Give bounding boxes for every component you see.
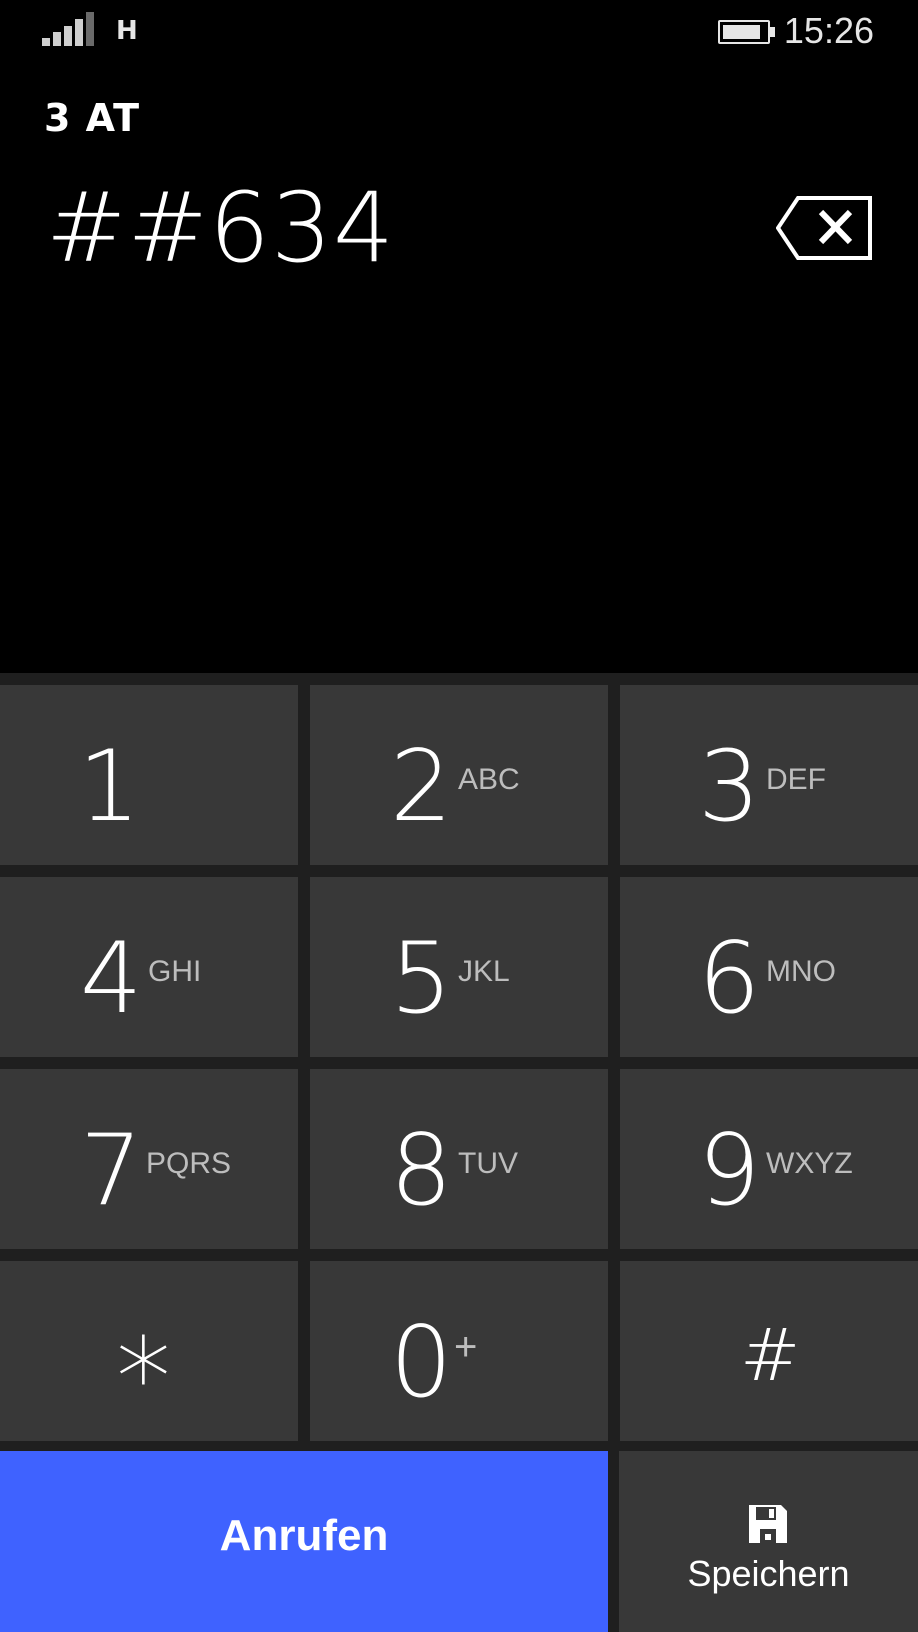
key-2[interactable]: 2 ABC bbox=[310, 685, 608, 865]
key-digit: 1 bbox=[78, 730, 141, 844]
key-1[interactable]: 1 bbox=[0, 685, 298, 865]
battery-icon bbox=[718, 20, 776, 44]
key-star[interactable]: * bbox=[0, 1261, 298, 1441]
network-type: H bbox=[116, 16, 138, 46]
key-5[interactable]: 5 JKL bbox=[310, 877, 608, 1057]
key-9[interactable]: 9 WXYZ bbox=[620, 1069, 918, 1249]
key-digit: 4 bbox=[80, 922, 143, 1036]
key-7[interactable]: 7 PQRS bbox=[0, 1069, 298, 1249]
backspace-button[interactable] bbox=[775, 196, 872, 260]
key-letters: DEF bbox=[766, 763, 826, 796]
key-letters: ABC bbox=[458, 763, 520, 796]
key-3[interactable]: 3 DEF bbox=[620, 685, 918, 865]
key-letters: JKL bbox=[458, 955, 510, 988]
key-digit: 9 bbox=[698, 1114, 761, 1228]
key-6[interactable]: 6 MNO bbox=[620, 877, 918, 1057]
key-letters: TUV bbox=[458, 1147, 518, 1180]
key-digit: * bbox=[116, 1314, 171, 1442]
key-8[interactable]: 8 TUV bbox=[310, 1069, 608, 1249]
save-icon bbox=[749, 1505, 787, 1543]
status-bar: H 15:26 bbox=[0, 0, 918, 60]
key-letters: WXYZ bbox=[766, 1147, 853, 1180]
key-letters: + bbox=[454, 1325, 478, 1369]
key-letters: PQRS bbox=[146, 1147, 232, 1180]
key-digit: 3 bbox=[698, 730, 761, 844]
key-digit: 8 bbox=[390, 1114, 453, 1228]
key-0[interactable]: 0 + bbox=[310, 1261, 608, 1441]
key-digit: # bbox=[740, 1313, 801, 1397]
key-digit: 0 bbox=[390, 1306, 453, 1420]
call-button-label: Anrufen bbox=[219, 1511, 389, 1560]
dialed-number: ##634 bbox=[46, 172, 396, 284]
key-4[interactable]: 4 GHI bbox=[0, 877, 298, 1057]
backspace-icon bbox=[775, 196, 872, 260]
carrier-name: 3 AT bbox=[44, 96, 141, 140]
key-digit: 6 bbox=[698, 922, 761, 1036]
key-hash[interactable]: # bbox=[620, 1261, 918, 1441]
save-button-label: Speichern bbox=[687, 1553, 850, 1594]
status-time: 15:26 bbox=[783, 10, 874, 51]
save-button[interactable]: Speichern bbox=[619, 1451, 918, 1632]
key-digit: 2 bbox=[390, 730, 453, 844]
signal-strength-icon bbox=[42, 12, 96, 46]
key-digit: 5 bbox=[390, 922, 453, 1036]
key-digit: 7 bbox=[80, 1114, 143, 1228]
key-letters: MNO bbox=[766, 955, 836, 988]
key-letters: GHI bbox=[148, 955, 202, 988]
call-button[interactable]: Anrufen bbox=[0, 1451, 608, 1632]
